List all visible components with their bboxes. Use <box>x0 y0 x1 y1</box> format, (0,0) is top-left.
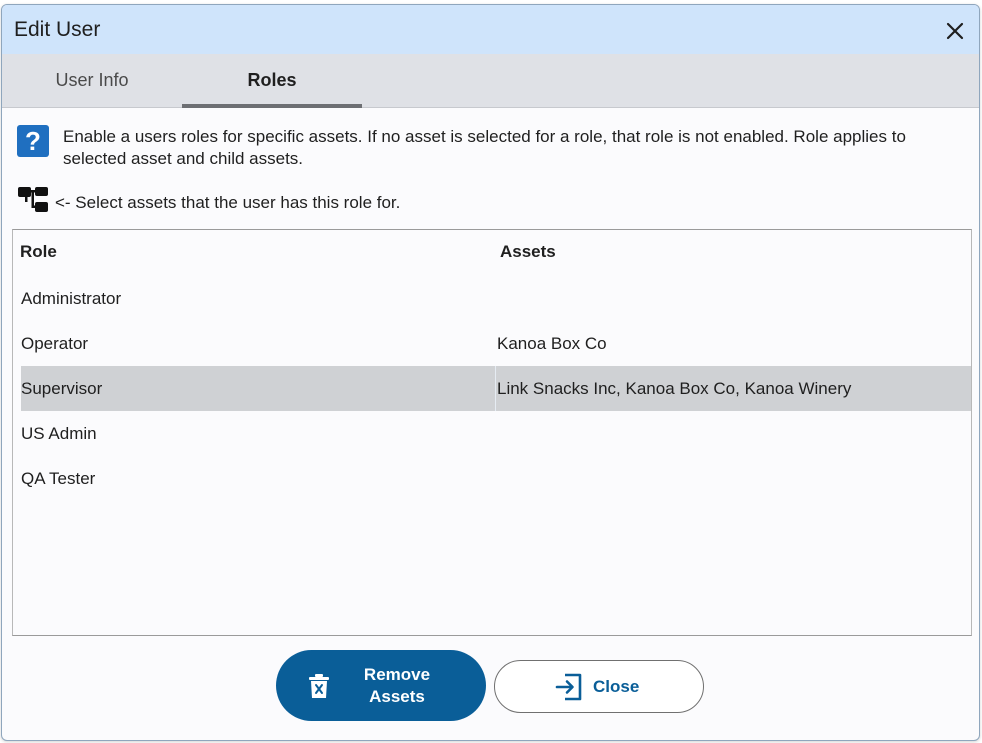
assets-cell <box>497 411 971 456</box>
edit-user-dialog: Edit User User Info Roles ? Enable a use… <box>1 4 980 741</box>
assets-cell <box>497 276 971 321</box>
role-cell: Operator <box>21 334 89 353</box>
table-row[interactable]: Administrator <box>21 276 971 321</box>
remove-assets-label: Remove Assets <box>354 664 440 708</box>
assets-cell <box>497 456 971 501</box>
title-bar: Edit User <box>2 5 979 54</box>
table-row[interactable]: QA Tester <box>21 456 971 501</box>
close-button-label: Close <box>593 677 640 696</box>
role-cell: US Admin <box>21 424 97 443</box>
info-text: Enable a users roles for specific assets… <box>63 127 906 168</box>
remove-label-line1: Remove <box>363 665 431 684</box>
assets-cell: Link Snacks Inc, Kanoa Box Co, Kanoa Win… <box>497 379 852 398</box>
column-header-assets: Assets <box>500 242 556 261</box>
remove-label-line2: Assets <box>369 687 425 706</box>
close-icon[interactable] <box>945 21 965 41</box>
column-header-role: Role <box>20 242 57 261</box>
role-cell: Administrator <box>21 289 122 308</box>
trash-icon <box>308 673 330 704</box>
asset-tree-icon <box>17 186 49 214</box>
help-icon: ? <box>17 125 49 157</box>
tab-roles[interactable]: Roles <box>182 54 362 108</box>
table-row-selected[interactable]: Supervisor Link Snacks Inc, Kanoa Box Co… <box>21 366 971 411</box>
remove-assets-button[interactable]: Remove Assets <box>276 650 486 721</box>
table-row[interactable]: US Admin <box>21 411 971 456</box>
role-cell: QA Tester <box>21 469 96 488</box>
assets-cell: Kanoa Box Co <box>497 334 607 353</box>
hint-text: <- Select assets that the user has this … <box>55 193 401 212</box>
tab-bar: User Info Roles <box>2 54 979 108</box>
role-cell: Supervisor <box>21 366 496 411</box>
roles-table: Role Assets Administrator Operator Kanoa… <box>12 229 972 636</box>
close-button[interactable]: Close <box>494 660 704 713</box>
tab-user-info[interactable]: User Info <box>2 54 182 107</box>
table-row[interactable]: Operator Kanoa Box Co <box>21 321 971 366</box>
exit-icon <box>555 673 583 706</box>
dialog-title: Edit User <box>14 18 101 41</box>
